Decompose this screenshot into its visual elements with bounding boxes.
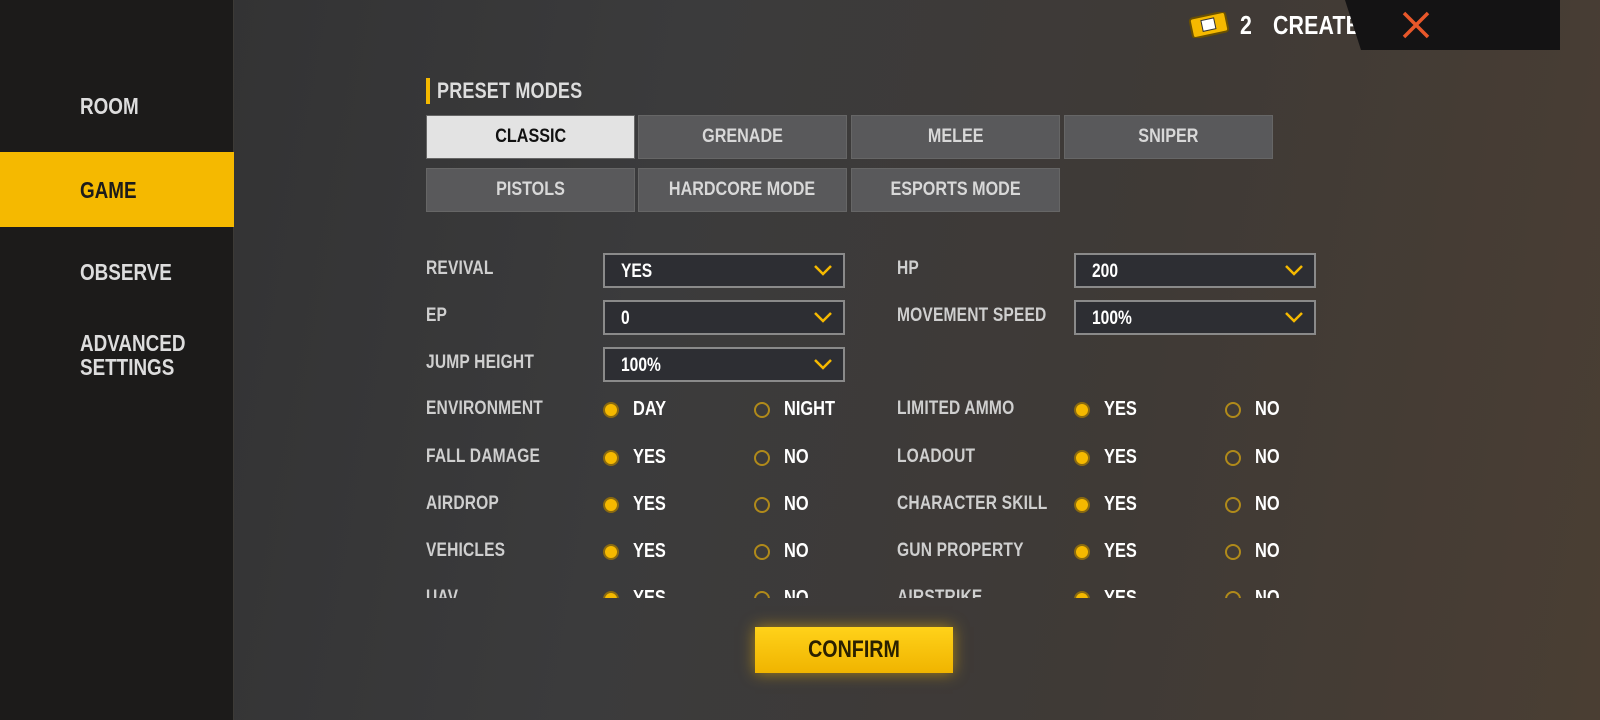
jump-height-dropdown[interactable]: 100% xyxy=(603,347,845,382)
radio-dot-icon xyxy=(603,401,619,418)
radio-dot-icon xyxy=(1074,449,1090,466)
room-card-icon xyxy=(1188,11,1230,43)
radio-dot-icon xyxy=(1074,543,1090,560)
movement-speed-label: MOVEMENT SPEED xyxy=(897,305,1047,326)
chevron-down-icon xyxy=(814,312,832,323)
revival-dropdown[interactable]: YES xyxy=(603,253,845,288)
preset-modes-title: PRESET MODES xyxy=(426,78,614,104)
sidebar-item-game[interactable]: GAME xyxy=(0,152,234,227)
airdrop-no-radio[interactable]: NO xyxy=(754,493,814,516)
preset-grenade[interactable]: GRENADE xyxy=(638,115,847,159)
preset-melee[interactable]: MELEE xyxy=(851,115,1060,159)
vehicles-label: VEHICLES xyxy=(426,540,506,561)
gun-property-yes-radio[interactable]: YES xyxy=(1074,540,1144,563)
airstrike-label: AIRSTRIKE xyxy=(897,587,983,598)
loadout-label: LOADOUT xyxy=(897,446,976,467)
sidebar-item-room[interactable]: ROOM xyxy=(0,82,234,130)
radio-dot-icon xyxy=(603,590,619,598)
character-skill-yes-radio[interactable]: YES xyxy=(1074,493,1144,516)
preset-classic[interactable]: CLASSIC xyxy=(426,115,635,159)
radio-dot-icon xyxy=(1074,496,1090,513)
radio-dot-icon xyxy=(754,401,770,418)
environment-label: ENVIRONMENT xyxy=(426,398,543,419)
dropdown-value: YES xyxy=(621,261,653,282)
airstrike-yes-radio[interactable]: YES xyxy=(1074,587,1144,598)
radio-dot-icon xyxy=(1225,543,1241,560)
fall-damage-label: FALL DAMAGE xyxy=(426,446,541,467)
uav-label: UAV xyxy=(426,587,459,598)
radio-dot-icon xyxy=(1074,590,1090,598)
character-skill-label: CHARACTER SKILL xyxy=(897,493,1048,514)
dropdown-value: 100% xyxy=(1092,308,1132,329)
room-card-count: 2 xyxy=(1240,10,1253,40)
movement-speed-dropdown[interactable]: 100% xyxy=(1074,300,1316,335)
ep-dropdown[interactable]: 0 xyxy=(603,300,845,335)
dropdown-value: 200 xyxy=(1092,261,1118,282)
revival-label: REVIVAL xyxy=(426,258,494,279)
radio-dot-icon xyxy=(603,543,619,560)
uav-yes-radio[interactable]: YES xyxy=(603,587,673,598)
uav-no-radio[interactable]: NO xyxy=(754,587,814,598)
radio-dot-icon xyxy=(1225,590,1241,598)
radio-dot-icon xyxy=(1074,401,1090,418)
radio-dot-icon xyxy=(754,543,770,560)
radio-dot-icon xyxy=(754,496,770,513)
loadout-no-radio[interactable]: NO xyxy=(1225,446,1285,469)
limited-ammo-label: LIMITED AMMO xyxy=(897,398,1015,419)
airdrop-label: AIRDROP xyxy=(426,493,499,514)
gun-property-no-radio[interactable]: NO xyxy=(1225,540,1285,563)
airdrop-yes-radio[interactable]: YES xyxy=(603,493,673,516)
radio-dot-icon xyxy=(603,449,619,466)
hp-label: HP xyxy=(897,258,919,279)
gun-property-label: GUN PROPERTY xyxy=(897,540,1024,561)
sidebar-item-advanced-settings[interactable]: ADVANCED SETTINGS xyxy=(0,325,234,385)
create-label: CREATE xyxy=(1273,10,1361,40)
preset-pistols[interactable]: PISTOLS xyxy=(426,168,635,212)
chevron-down-icon xyxy=(1285,312,1303,323)
radio-dot-icon xyxy=(603,496,619,513)
preset-esports-mode[interactable]: ESPORTS MODE xyxy=(851,168,1060,212)
jump-height-label: JUMP HEIGHT xyxy=(426,352,534,373)
chevron-down-icon xyxy=(814,359,832,370)
close-icon xyxy=(1402,11,1430,39)
ep-label: EP xyxy=(426,305,448,326)
radio-dot-icon xyxy=(1225,449,1241,466)
hp-dropdown[interactable]: 200 xyxy=(1074,253,1316,288)
chevron-down-icon xyxy=(814,265,832,276)
character-skill-no-radio[interactable]: NO xyxy=(1225,493,1285,516)
environment-day-radio[interactable]: DAY xyxy=(603,398,673,421)
vehicles-yes-radio[interactable]: YES xyxy=(603,540,673,563)
dropdown-value: 100% xyxy=(621,355,661,376)
loadout-yes-radio[interactable]: YES xyxy=(1074,446,1144,469)
dropdown-value: 0 xyxy=(621,308,630,329)
sidebar: ROOM GAME OBSERVE ADVANCED SETTINGS xyxy=(0,0,234,720)
preset-hardcore-mode[interactable]: HARDCORE MODE xyxy=(638,168,847,212)
limited-ammo-no-radio[interactable]: NO xyxy=(1225,398,1285,421)
radio-dot-icon xyxy=(754,590,770,598)
close-button[interactable] xyxy=(1345,0,1560,50)
radio-dot-icon xyxy=(1225,401,1241,418)
radio-dot-icon xyxy=(1225,496,1241,513)
airstrike-no-radio[interactable]: NO xyxy=(1225,587,1285,598)
game-settings-list[interactable]: REVIVAL YES HP 200 EP 0 MOVEMENT SPEED 100% JUMP… xyxy=(420,245,1340,598)
preset-sniper[interactable]: SNIPER xyxy=(1064,115,1273,159)
radio-dot-icon xyxy=(754,449,770,466)
confirm-button[interactable]: CONFIRM xyxy=(755,627,953,673)
chevron-down-icon xyxy=(1285,265,1303,276)
fall-damage-no-radio[interactable]: NO xyxy=(754,446,814,469)
fall-damage-yes-radio[interactable]: YES xyxy=(603,446,673,469)
environment-night-radio[interactable]: NIGHT xyxy=(754,398,846,421)
sidebar-item-observe[interactable]: OBSERVE xyxy=(0,248,234,296)
vehicles-no-radio[interactable]: NO xyxy=(754,540,814,563)
limited-ammo-yes-radio[interactable]: YES xyxy=(1074,398,1144,421)
